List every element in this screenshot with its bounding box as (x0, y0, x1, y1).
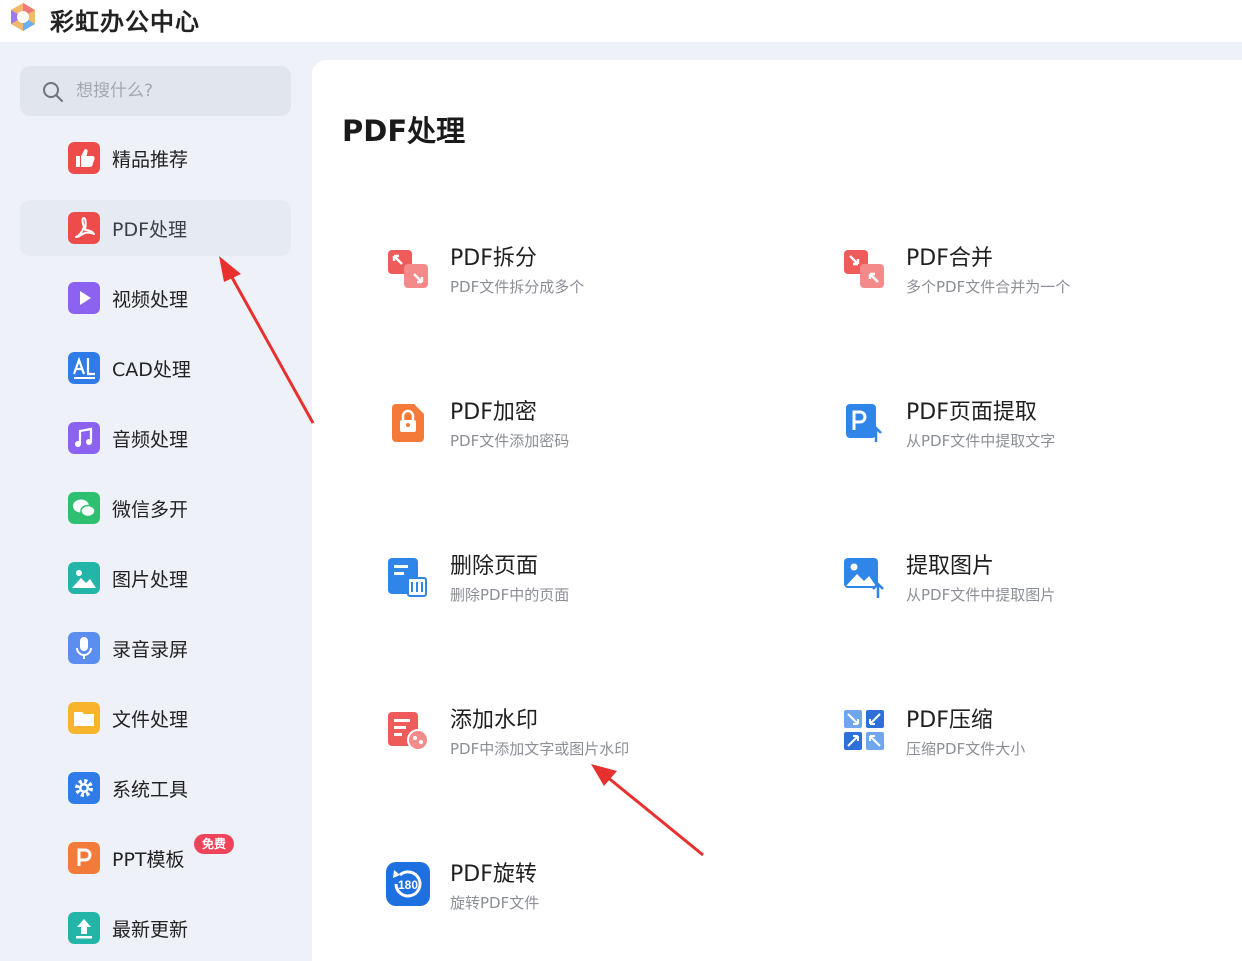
sidebar-item-label: 精品推荐 (112, 149, 189, 171)
page-extract-icon (846, 404, 882, 442)
sidebar-item-updates[interactable]: 最新更新 (20, 900, 291, 956)
tool-pdf-page-extract[interactable]: PDF页面提取 从PDF文件中提取文字 (840, 394, 1220, 464)
sidebar-item-video[interactable]: 视频处理 (20, 270, 291, 326)
tool-add-watermark[interactable]: 添加水印 PDF中添加文字或图片水印 (384, 702, 764, 772)
tool-title: 删除页面 (450, 554, 539, 579)
pdf-icon (68, 212, 100, 244)
delete-page-icon (388, 558, 427, 597)
tool-title: PDF页面提取 (906, 400, 1037, 425)
ppt-icon (68, 842, 100, 874)
svg-text:180: 180 (398, 878, 418, 892)
tool-pdf-merge[interactable]: PDF合并 多个PDF文件合并为一个 (840, 240, 1220, 310)
thumbs-up-icon (68, 142, 100, 174)
tool-desc: PDF文件拆分成多个 (450, 278, 585, 296)
sidebar-item-wechat[interactable]: 微信多开 (20, 480, 291, 536)
sidebar-item-file[interactable]: 文件处理 (20, 690, 291, 746)
tool-title: PDF旋转 (450, 862, 537, 887)
upload-icon (68, 912, 100, 944)
tool-desc: 旋转PDF文件 (450, 894, 540, 912)
rotate-icon: 180 (386, 862, 430, 906)
tool-title: PDF压缩 (906, 708, 993, 733)
app-title: 彩虹办公中心 (50, 8, 200, 36)
sidebar-item-pdf[interactable]: PDF处理 (20, 200, 291, 256)
compress-icon (844, 710, 884, 750)
tool-title: 提取图片 (906, 554, 995, 579)
sidebar-item-label: PDF处理 (112, 219, 188, 241)
sidebar-item-label: 视频处理 (112, 289, 189, 311)
sidebar-item-audio[interactable]: 音频处理 (20, 410, 291, 466)
merge-icon (844, 250, 884, 288)
tool-desc: PDF文件添加密码 (450, 432, 570, 450)
free-badge: 免费 (194, 834, 235, 854)
sidebar-item-label: PPT模板 (112, 849, 185, 871)
gear-icon (68, 772, 100, 804)
sidebar-item-label: 系统工具 (112, 779, 189, 801)
tool-pdf-compress[interactable]: PDF压缩 压缩PDF文件大小 (840, 702, 1220, 772)
tool-desc: 多个PDF文件合并为一个 (906, 278, 1071, 296)
tool-title: 添加水印 (450, 708, 539, 733)
tool-desc: 删除PDF中的页面 (450, 586, 570, 604)
split-icon (388, 250, 428, 288)
lock-icon (392, 404, 424, 442)
watermark-icon (388, 712, 429, 751)
main-panel: PDF处理 PDF拆分 PDF文件拆分成多个 PDF合并 多个PDF文件合并为一… (312, 60, 1242, 961)
search-icon (43, 82, 63, 102)
extract-image-icon (844, 558, 884, 598)
tool-title: PDF合并 (906, 246, 993, 271)
tool-desc: 从PDF文件中提取图片 (906, 586, 1056, 604)
tool-pdf-rotate[interactable]: 180 PDF旋转 旋转PDF文件 (384, 856, 764, 926)
search-box[interactable] (20, 66, 291, 116)
play-icon (68, 282, 100, 314)
sidebar-item-image[interactable]: 图片处理 (20, 550, 291, 606)
sidebar-item-label: CAD处理 (112, 359, 191, 381)
cad-icon (68, 352, 100, 384)
sidebar-item-label: 录音录屏 (112, 639, 189, 661)
sidebar-item-label: 最新更新 (112, 919, 189, 941)
title-bar: 彩虹办公中心 (0, 0, 1242, 42)
sidebar-item-cad[interactable]: CAD处理 (20, 340, 291, 396)
search-input[interactable] (76, 78, 276, 104)
sidebar: 精品推荐 PDF处理 视频处理 CAD处理 音频处理 (0, 42, 312, 961)
tool-desc: 压缩PDF文件大小 (906, 740, 1026, 758)
wechat-icon (68, 492, 100, 524)
sidebar-item-system-tools[interactable]: 系统工具 (20, 760, 291, 816)
page-title: PDF处理 (342, 114, 466, 148)
tool-extract-image[interactable]: 提取图片 从PDF文件中提取图片 (840, 548, 1220, 618)
sidebar-item-ppt[interactable]: PPT模板 免费 (20, 830, 291, 886)
microphone-icon (68, 632, 100, 664)
tool-pdf-encrypt[interactable]: PDF加密 PDF文件添加密码 (384, 394, 764, 464)
app-logo-icon (11, 3, 35, 31)
folder-icon (68, 702, 100, 734)
tool-title: PDF拆分 (450, 246, 537, 271)
tool-delete-page[interactable]: 删除页面 删除PDF中的页面 (384, 548, 764, 618)
tool-desc: PDF中添加文字或图片水印 (450, 740, 630, 758)
sidebar-item-featured[interactable]: 精品推荐 (20, 130, 291, 186)
tool-desc: 从PDF文件中提取文字 (906, 432, 1056, 450)
tool-title: PDF加密 (450, 400, 537, 425)
sidebar-item-label: 微信多开 (112, 499, 189, 521)
sidebar-item-record[interactable]: 录音录屏 (20, 620, 291, 676)
sidebar-item-label: 音频处理 (112, 429, 189, 451)
image-icon (68, 562, 100, 594)
tool-pdf-split[interactable]: PDF拆分 PDF文件拆分成多个 (384, 240, 764, 310)
sidebar-item-label: 文件处理 (112, 709, 189, 731)
sidebar-item-label: 图片处理 (112, 569, 189, 591)
music-icon (68, 422, 100, 454)
